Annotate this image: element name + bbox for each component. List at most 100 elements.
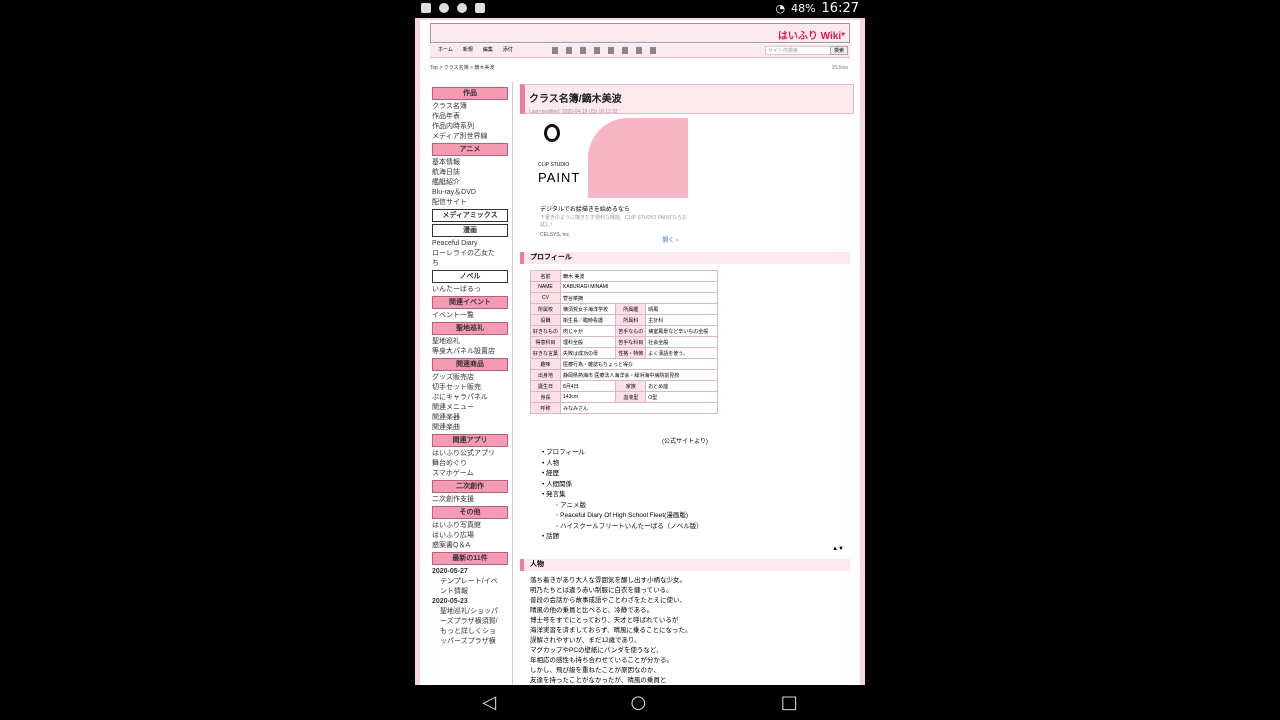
- toc-label[interactable]: ハイスクールフリートいんたーばる（ノベル版）: [560, 523, 703, 530]
- toc-label[interactable]: プロフィール: [546, 449, 585, 456]
- toolbar-menu-item[interactable]: 添付: [503, 46, 513, 53]
- sidebar-link[interactable]: 等身大パネル設置店: [432, 347, 508, 357]
- toc-sublink[interactable]: ◦ ハイスクールフリートいんたーばる（ノベル版）: [542, 522, 703, 533]
- sidebar-link[interactable]: Blu-ray＆DVD: [432, 188, 508, 198]
- home-icon[interactable]: ○: [631, 692, 647, 713]
- section-label: 人物: [530, 561, 544, 568]
- profile-value: 失敗は成功の母: [560, 347, 617, 359]
- ad-open-link[interactable]: 開く ›: [662, 235, 678, 244]
- toc-sublink[interactable]: ◦ Peaceful Diary Of High School Fleet(漫画…: [542, 511, 703, 522]
- tool-icon[interactable]: [650, 47, 656, 54]
- sidebar-link[interactable]: 惑案書Q＆A: [432, 541, 508, 551]
- tool-icon[interactable]: [636, 47, 642, 54]
- tool-icon[interactable]: [552, 47, 558, 54]
- sidebar-link[interactable]: はいふり写真館: [432, 521, 508, 531]
- sidebar-update-link[interactable]: ッパーズプラザ横: [432, 637, 508, 647]
- sidebar-update-link[interactable]: 聖地巡礼/ショッパ: [432, 607, 508, 617]
- profile-key: 家族: [615, 380, 647, 392]
- ad-image[interactable]: CLIP STUDIO PAINT: [532, 118, 688, 198]
- sidebar-link[interactable]: スマホゲーム: [432, 469, 508, 479]
- sidebar-link[interactable]: 関連楽曲: [432, 423, 508, 433]
- toc-label[interactable]: 話題: [546, 533, 559, 540]
- sidebar-link[interactable]: イベント一覧: [432, 311, 508, 321]
- toc-link[interactable]: • 人物: [542, 459, 703, 470]
- sidebar-link[interactable]: ち: [432, 259, 508, 269]
- recents-icon[interactable]: □: [781, 692, 798, 713]
- breadcrumb[interactable]: Top > クラス名簿 > 鏑木美波: [430, 64, 494, 71]
- profile-row: 誕生日 8月4日 家族 おとめ座: [529, 380, 718, 392]
- toolbar-menu: ホーム 新規 編集 添付: [438, 46, 513, 53]
- wifi-icon: ◔: [775, 2, 786, 15]
- search-input[interactable]: サイト内検索: [765, 46, 837, 55]
- browser-screen: はいふり Wiki* ホーム 新規 編集 添付 サイト内検索 検索 Top > クラス…: [415, 18, 865, 685]
- tool-icon[interactable]: [594, 47, 600, 54]
- sidebar-link[interactable]: 関連楽器: [432, 413, 508, 423]
- tool-icon[interactable]: [566, 47, 572, 54]
- sidebar-update-link[interactable]: ーズプラザ横須賀/: [432, 617, 508, 627]
- profile-key: 呼称: [529, 402, 562, 414]
- tool-icon[interactable]: [608, 47, 614, 54]
- toc-sublink[interactable]: ◦ アニメ版: [542, 501, 703, 512]
- sidebar-link[interactable]: 聖地巡礼: [432, 337, 508, 347]
- sidebar-link[interactable]: クラス名簿: [432, 102, 508, 112]
- sidebar-update-link[interactable]: テンプレート/イベ: [432, 577, 508, 587]
- toolbar-menu-item[interactable]: 新規: [463, 46, 473, 53]
- sidebar-link[interactable]: Peaceful Diary: [432, 239, 508, 249]
- toc-label[interactable]: 人間関係: [546, 481, 572, 488]
- sidebar-link[interactable]: ぷにキャラパネル: [432, 393, 508, 403]
- sidebar-link[interactable]: 関連メニュー: [432, 403, 508, 413]
- sidebar-link[interactable]: 作品年表: [432, 112, 508, 122]
- advertisement[interactable]: CLIP STUDIO PAINT デジタルでお絵描きを始めるなら 下書きのよう…: [532, 118, 688, 248]
- notification-icon: [457, 3, 467, 13]
- sidebar-update-link[interactable]: ント情報: [432, 587, 508, 597]
- tool-icon[interactable]: [580, 47, 586, 54]
- toc-label[interactable]: 経歴: [546, 470, 559, 477]
- sidebar-link[interactable]: 舞台めぐり: [432, 459, 508, 469]
- sidebar-link[interactable]: メディア別世界線: [432, 132, 508, 142]
- toolbar-menu-item[interactable]: ホーム: [438, 46, 453, 53]
- profile-value: 主計科: [645, 314, 718, 326]
- sidebar-link[interactable]: 切手セット販売: [432, 383, 508, 393]
- profile-key: 所属艦: [615, 303, 647, 315]
- sidebar-link[interactable]: 艦艇紹介: [432, 178, 508, 188]
- toc-link[interactable]: • プロフィール: [542, 448, 703, 459]
- site-logo[interactable]: はいふり Wiki*: [778, 27, 845, 42]
- back-icon[interactable]: ◁: [482, 692, 496, 713]
- sidebar-link[interactable]: 航海日誌: [432, 168, 508, 178]
- section-profile-heading: プロフィール: [520, 252, 850, 264]
- tool-icon[interactable]: [622, 47, 628, 54]
- sidebar-heading: アニメ: [432, 143, 508, 156]
- body-line: 晴風の他の乗員と比べると、冷静である。: [530, 607, 654, 614]
- toc-link[interactable]: • 話題: [542, 532, 703, 543]
- sidebar-link[interactable]: 基本情報: [432, 158, 508, 168]
- toolbar-menu-item[interactable]: 編集: [483, 46, 493, 53]
- toc-link[interactable]: • 経歴: [542, 469, 703, 480]
- sidebar-link[interactable]: グッズ販売店: [432, 373, 508, 383]
- sidebar-link[interactable]: 配信サイト: [432, 198, 508, 208]
- sidebar-link[interactable]: ローレライの乙女た: [432, 249, 508, 259]
- notification-icon: [421, 3, 431, 13]
- toc-label[interactable]: 発言集: [546, 491, 566, 498]
- sidebar-update-link[interactable]: もっと詳しくショ: [432, 627, 508, 637]
- section-label: プロフィール: [530, 254, 572, 261]
- profile-value: おとめ座: [645, 380, 718, 392]
- sidebar-link[interactable]: 二次創作支援: [432, 495, 508, 505]
- toc-label[interactable]: アニメ版: [560, 502, 586, 509]
- toc-label[interactable]: 人物: [546, 460, 559, 467]
- profile-key: 苦手なもの: [615, 325, 647, 337]
- sidebar-link[interactable]: はいふり広場: [432, 531, 508, 541]
- profile-row: CV 菅谷菜摘: [529, 292, 718, 304]
- sidebar-link[interactable]: 作品内時系列: [432, 122, 508, 132]
- ad-headline[interactable]: デジタルでお絵描きを始めるなら: [540, 204, 688, 213]
- toc-link[interactable]: • 人間関係: [542, 480, 703, 491]
- toc-label[interactable]: Peaceful Diary Of High School Fleet(漫画版): [560, 512, 688, 519]
- profile-key: 所属科: [615, 314, 647, 326]
- profile-value: 143cm: [560, 391, 617, 403]
- notification-icon: [475, 3, 485, 13]
- sidebar-link[interactable]: いんたーばるっ: [432, 285, 508, 295]
- page-nav-arrows[interactable]: ▲▼: [832, 546, 844, 552]
- toc-link[interactable]: • 発言集: [542, 490, 703, 501]
- sidebar-link[interactable]: はいふり公式アプリ: [432, 449, 508, 459]
- search-button[interactable]: 検索: [830, 46, 848, 55]
- profile-key: 身長: [529, 391, 562, 403]
